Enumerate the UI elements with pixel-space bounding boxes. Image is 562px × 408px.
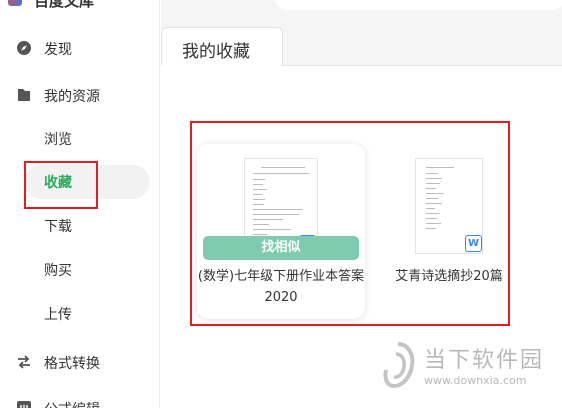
- sidebar-item-label: 浏览: [44, 132, 72, 148]
- sidebar-item-purchases[interactable]: 购买: [0, 253, 160, 285]
- highlight-box: [190, 121, 510, 326]
- watermark-url: www.downxia.com: [424, 374, 527, 387]
- app-header: 百度文库: [0, 0, 160, 12]
- tab-label: 我的收藏: [182, 42, 250, 62]
- app-logo: [8, 0, 22, 6]
- sidebar-item-browse[interactable]: 浏览: [0, 122, 160, 154]
- tab-my-favorites[interactable]: 我的收藏: [161, 27, 283, 67]
- sidebar-item-my-resources[interactable]: 我的资源: [0, 79, 160, 111]
- search-bar[interactable]: [275, 0, 562, 10]
- tab-bar: 我的收藏: [161, 0, 562, 67]
- sidebar-item-discover[interactable]: 发现: [0, 32, 160, 64]
- sidebar-item-label: 发现: [44, 42, 72, 58]
- sidebar-item-label: 格式转换: [44, 356, 100, 372]
- swap-icon: [18, 355, 30, 369]
- sidebar-item-label: 上传: [44, 307, 72, 323]
- sidebar-item-label: 下载: [44, 219, 72, 235]
- watermark-name: 当下软件园: [424, 348, 545, 373]
- app-title: 百度文库: [34, 0, 95, 10]
- sidebar-item-label: 我的资源: [44, 89, 100, 105]
- sidebar-item-format-convert[interactable]: 格式转换: [0, 346, 160, 378]
- folder-icon: [18, 89, 30, 101]
- sidebar-item-label: 公式编辑: [44, 399, 100, 408]
- formula-icon: [17, 401, 31, 408]
- sidebar-item-formula-edit[interactable]: 公式编辑: [0, 392, 160, 408]
- highlight-box: [24, 161, 98, 209]
- sidebar: 百度文库 发现 我的资源 浏览 收藏 下载 购买 上传 格式转换: [0, 0, 160, 408]
- sidebar-item-downloads[interactable]: 下载: [0, 209, 160, 241]
- sidebar-item-uploads[interactable]: 上传: [0, 297, 160, 329]
- watermark: 当下软件园 www.downxia.com: [378, 338, 562, 408]
- sidebar-item-label: 购买: [44, 263, 72, 279]
- watermark-logo-icon: [383, 342, 415, 389]
- compass-icon: [17, 41, 31, 55]
